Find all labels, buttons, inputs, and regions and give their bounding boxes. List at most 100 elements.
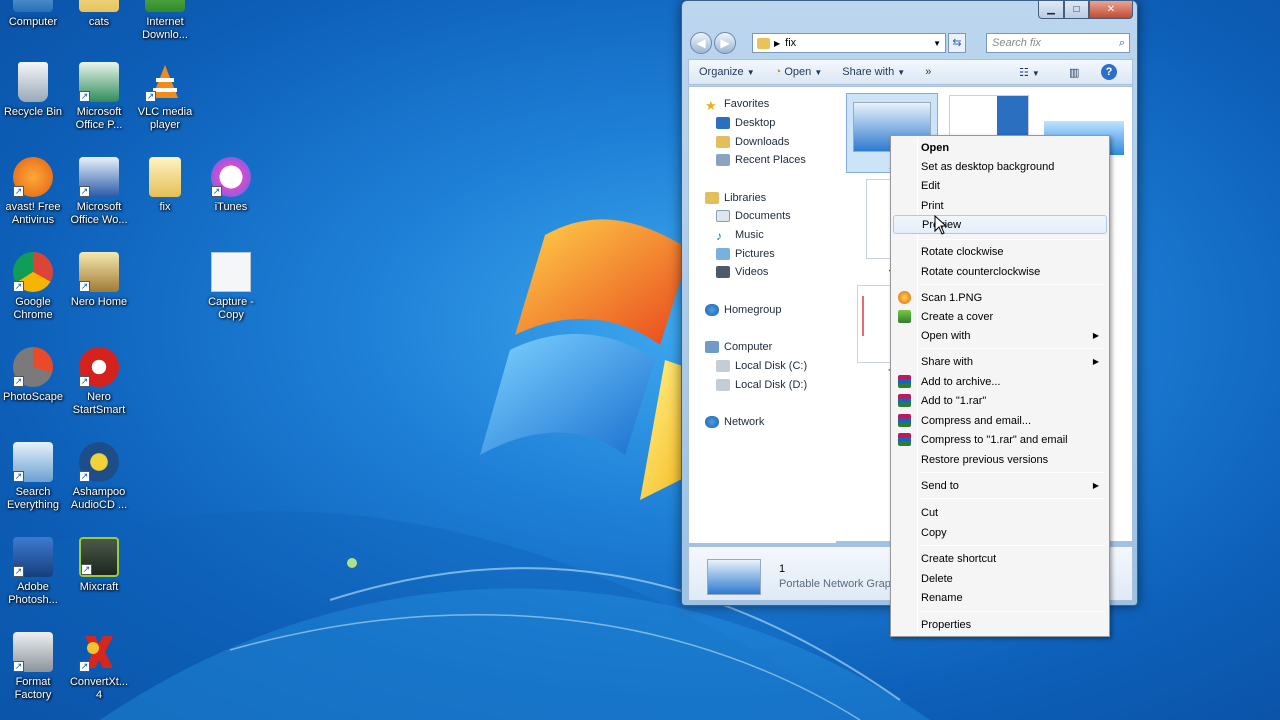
menu-item-open[interactable]: Open [893, 138, 1107, 157]
menu-item-set-desktop-background[interactable]: Set as desktop background [893, 157, 1107, 176]
menu-item-create-cover[interactable]: Create a cover [893, 307, 1107, 326]
nav-label: Favorites [724, 98, 770, 110]
desktop-icon-cats[interactable]: cats [66, 0, 132, 29]
desktop-icon-word[interactable]: ↗ Microsoft Office Wo... [66, 157, 132, 227]
nav-label: Local Disk (D:) [735, 379, 808, 391]
desktop-icon-convertx[interactable]: ↗ ConvertXt... 4 [66, 632, 132, 702]
mixcraft-icon: ↗ [79, 537, 119, 577]
refresh-button[interactable]: ⇆ [948, 33, 966, 53]
desktop-icon-mixcraft[interactable]: ↗ Mixcraft [66, 537, 132, 594]
downloads-icon [716, 136, 730, 148]
menu-label: Properties [921, 618, 972, 631]
desktop-icon-ashampoo[interactable]: ↗ Ashampoo AudioCD ... [66, 442, 132, 512]
menu-item-add-to-rar[interactable]: Add to "1.rar" [893, 391, 1107, 410]
menu-item-rename[interactable]: Rename [893, 588, 1107, 607]
menu-item-create-shortcut[interactable]: Create shortcut [893, 549, 1107, 568]
close-button[interactable]: ✕ [1089, 1, 1133, 19]
desktop-icon-internet-download-manager[interactable]: Internet Downlo... [132, 0, 198, 42]
desktop-icon-format-factory[interactable]: ↗ Format Factory [0, 632, 66, 702]
menu-item-delete[interactable]: Delete [893, 569, 1107, 588]
nav-label: Desktop [735, 117, 776, 129]
nav-downloads[interactable]: Downloads [716, 134, 789, 150]
menu-item-open-with[interactable]: Open with ▶ [893, 326, 1107, 345]
address-bar[interactable]: ▶ fix ▼ [752, 33, 946, 53]
back-button[interactable]: ◀ [690, 32, 712, 54]
organize-button[interactable]: Organize ▼ [689, 66, 765, 78]
view-options-button[interactable]: ☷ ▼ [1019, 66, 1040, 79]
desktop-icon-avast[interactable]: ↗ avast! Free Antivirus [0, 157, 66, 227]
menu-item-preview[interactable]: Preview [893, 215, 1107, 234]
desktop-icon-photoscape[interactable]: ↗ PhotoScape [0, 347, 66, 404]
desktop-icon-computer[interactable]: Computer [0, 0, 66, 29]
nav-videos[interactable]: Videos [716, 264, 768, 280]
nav-desktop[interactable]: Desktop [716, 115, 775, 131]
desktop-icon-photoshop[interactable]: ↗ Adobe Photosh... [0, 537, 66, 607]
file-thumbnail[interactable]: 7 [857, 285, 894, 380]
menu-item-restore-previous-versions[interactable]: Restore previous versions [893, 450, 1107, 469]
desktop-icon-chrome[interactable]: ↗ Google Chrome [0, 252, 66, 322]
create-cover-icon [898, 310, 911, 323]
menu-item-cut[interactable]: Cut [893, 503, 1107, 522]
file-preview-thumbnail [707, 559, 761, 595]
menu-item-properties[interactable]: Properties [893, 615, 1107, 634]
nav-recent-places[interactable]: Recent Places [716, 152, 806, 168]
nav-homegroup[interactable]: Homegroup [705, 302, 781, 318]
nav-computer[interactable]: Computer [705, 339, 772, 355]
menu-item-compress-to-rar-and-email[interactable]: Compress to "1.rar" and email [893, 430, 1107, 449]
menu-label: Delete [921, 572, 953, 585]
minimize-icon: ▁ [1047, 4, 1055, 15]
nav-favorites[interactable]: ★ Favorites [705, 96, 770, 113]
nav-libraries[interactable]: Libraries [705, 190, 766, 206]
desktop-icon-label: cats [88, 16, 110, 28]
desktop-icon-capture-copy[interactable]: Capture - Copy [198, 252, 264, 322]
nav-label: Computer [724, 341, 773, 353]
nav-label: Network [724, 416, 765, 428]
menu-label: Set as desktop background [921, 160, 1055, 173]
menu-item-copy[interactable]: Copy [893, 523, 1107, 542]
photoscape-icon: ↗ [13, 347, 53, 387]
menu-item-print[interactable]: Print [893, 196, 1107, 215]
desktop-icon-search-everything[interactable]: ↗ Search Everything [0, 442, 66, 512]
nav-network[interactable]: Network [705, 414, 764, 430]
forward-button[interactable]: ▶ [714, 32, 736, 54]
desktop-icon-itunes[interactable]: ↗ iTunes [198, 157, 264, 214]
menu-item-compress-and-email[interactable]: Compress and email... [893, 411, 1107, 430]
menu-item-add-to-archive[interactable]: Add to archive... [893, 372, 1107, 391]
nav-documents[interactable]: Documents [716, 208, 791, 224]
menu-separator [919, 545, 1105, 546]
desktop-icon-vlc[interactable]: ↗ VLC media player [132, 62, 198, 132]
menu-label: Create a cover [921, 310, 994, 323]
nav-label: Pictures [735, 248, 775, 260]
desktop-icon-office-publisher[interactable]: ↗ Microsoft Office P... [66, 62, 132, 132]
disk-icon [716, 379, 730, 391]
minimize-button[interactable]: ▁ [1038, 1, 1064, 19]
desktop-icon-fix[interactable]: fix [132, 157, 198, 214]
nav-local-disk-c[interactable]: Local Disk (C:) [716, 358, 807, 374]
search-input[interactable]: Search fix ⌕ [986, 33, 1130, 53]
shortcut-arrow-icon: ↗ [145, 91, 156, 102]
menu-item-scan[interactable]: Scan 1.PNG [893, 288, 1107, 307]
menu-item-edit[interactable]: Edit [893, 176, 1107, 195]
details-file-type: Portable Network Graph [779, 578, 897, 590]
nav-music[interactable]: ♪ Music [716, 227, 764, 243]
nav-local-disk-d[interactable]: Local Disk (D:) [716, 377, 807, 393]
menu-item-rotate-counterclockwise[interactable]: Rotate counterclockwise [893, 262, 1107, 281]
open-button[interactable]: ◔ Open ▼ [765, 66, 833, 78]
desktop-icon-nero-startsmart[interactable]: ↗ Nero StartSmart [66, 347, 132, 417]
menu-item-send-to[interactable]: Send to ▶ [893, 476, 1107, 495]
desktop-icon-nero-home[interactable]: ↗ Nero Home [66, 252, 132, 309]
nav-pictures[interactable]: Pictures [716, 246, 775, 262]
share-with-button[interactable]: Share with ▼ [832, 66, 915, 78]
desktop-icon-recycle-bin[interactable]: Recycle Bin [0, 62, 66, 119]
preview-pane-button[interactable]: ▥ [1069, 66, 1079, 79]
menu-item-share-with[interactable]: Share with ▶ [893, 352, 1107, 371]
shortcut-arrow-icon: ↗ [79, 91, 90, 102]
help-icon[interactable]: ? [1101, 64, 1117, 80]
menu-separator [919, 239, 1105, 240]
more-commands-button[interactable]: » [915, 66, 941, 78]
maximize-button[interactable]: □ [1064, 1, 1089, 19]
details-file-name: 1 [779, 563, 786, 575]
menu-item-rotate-clockwise[interactable]: Rotate clockwise [893, 242, 1107, 261]
menu-label: Rotate clockwise [921, 245, 1004, 258]
desktop-icon-label: Capture - Copy [208, 296, 254, 321]
